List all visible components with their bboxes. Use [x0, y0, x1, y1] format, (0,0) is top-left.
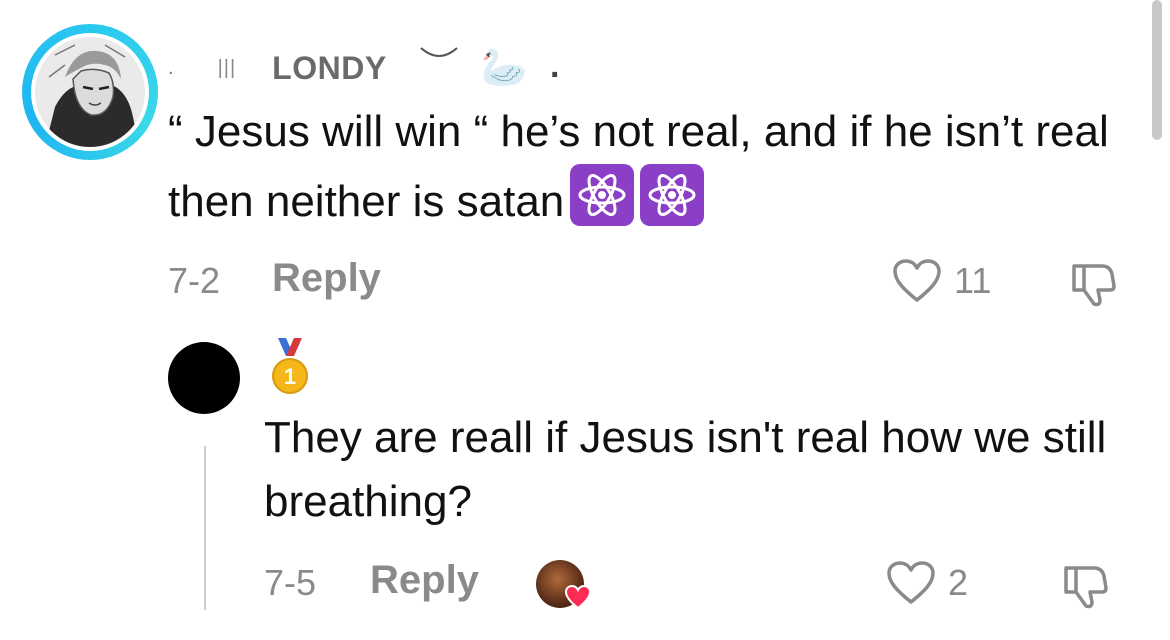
decor-dot-large: . [549, 46, 560, 85]
creator-heart-icon [564, 584, 592, 610]
like-button[interactable]: 11 [892, 258, 991, 304]
reply-date: 7-5 [264, 562, 317, 603]
scrollbar-thumb[interactable] [1152, 0, 1162, 140]
thumbs-down-icon[interactable] [1060, 562, 1110, 610]
first-place-medal-icon: 1 [272, 338, 308, 394]
avatar-image [35, 37, 145, 147]
reply-body: They are reall if Jesus isn't real how w… [264, 413, 1107, 526]
comment-header: . ||| LONDY 🦢 . [168, 46, 559, 90]
reply-button[interactable]: Reply [272, 256, 381, 301]
thread-line [204, 446, 206, 610]
username-decor-bars: ||| [217, 56, 237, 79]
comment-text: “ Jesus will win “ he’s not real, and if… [168, 107, 1109, 226]
thumbs-down-icon[interactable] [1068, 260, 1118, 308]
username[interactable]: LONDY [272, 50, 387, 87]
like-count: 2 [948, 562, 969, 603]
swan-emoji: 🦢 [480, 47, 528, 89]
atom-symbol-icon [570, 164, 635, 226]
replier-avatar[interactable] [168, 342, 240, 414]
like-button[interactable]: 2 [886, 560, 968, 606]
reply-actions: 7-5 Reply 2 [264, 556, 1124, 612]
heart-outline-icon [887, 561, 935, 604]
comment-body: “ Jesus will win “ he’s not real, and if… [168, 100, 1128, 234]
avatar-ring-inner [31, 33, 149, 151]
svg-text:1: 1 [284, 364, 296, 389]
avatar-illustration [35, 37, 145, 147]
decor-dot: . [168, 56, 174, 79]
heart-outline-icon [893, 259, 941, 302]
atom-symbol-icon [640, 164, 705, 226]
comment-date: 7-2 [168, 260, 221, 301]
reply-button[interactable]: Reply [370, 558, 479, 603]
like-count: 11 [954, 260, 992, 301]
comment-actions: 7-2 Reply 11 [168, 254, 1128, 310]
commenter-avatar[interactable] [22, 24, 158, 160]
smile-arc-icon [419, 47, 458, 57]
